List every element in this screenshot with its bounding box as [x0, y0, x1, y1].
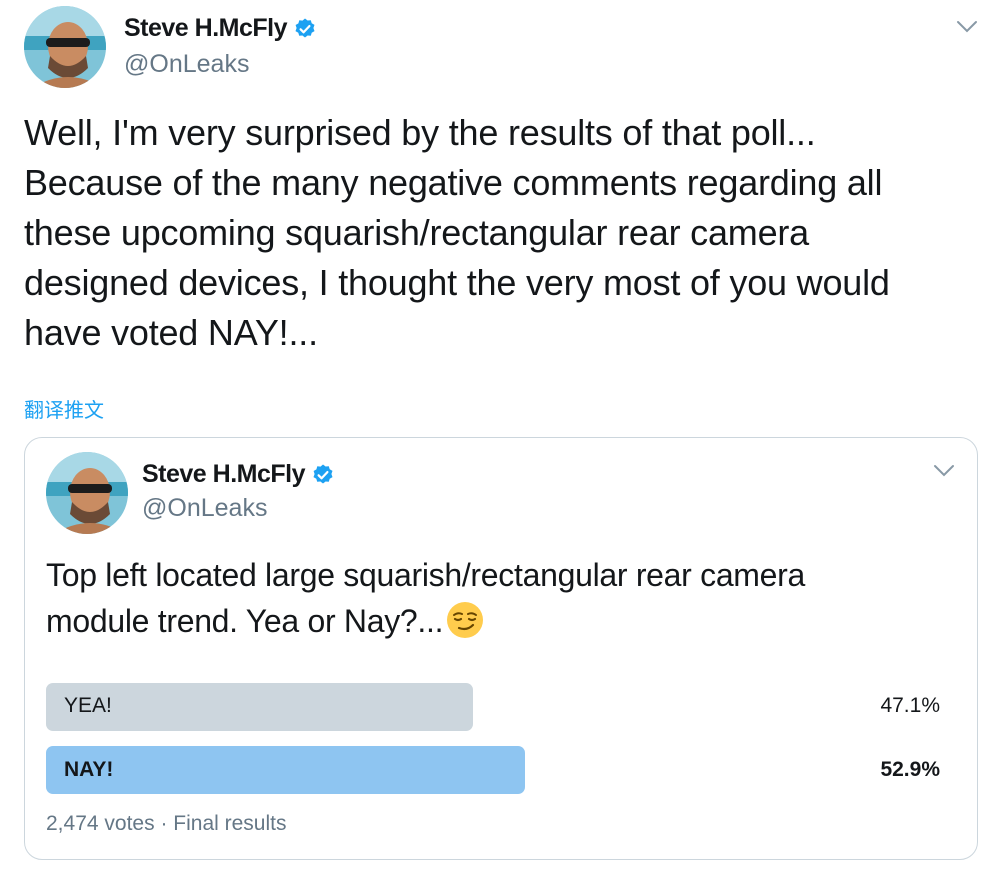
poll-footer: 2,474 votes · Final results [46, 812, 286, 836]
poll-footer-separator: · [160, 812, 168, 835]
chevron-down-icon[interactable] [933, 464, 955, 478]
quoted-text-line-text: module trend. Yea or Nay?... [46, 603, 444, 639]
tweet-text-line: have voted NAY!... [24, 312, 318, 353]
quoted-tweet-text: Top left located large squarish/rectangu… [46, 552, 946, 644]
quoted-text-line: module trend. Yea or Nay?... [46, 598, 946, 644]
quoted-text-line: Top left located large squarish/rectangu… [46, 557, 806, 593]
tweet-text-line: these upcoming squarish/rectangular rear… [24, 212, 810, 253]
profile-photo [46, 452, 128, 534]
tweet-text-line: designed devices, I thought the very mos… [24, 262, 890, 303]
quoted-author-name-row[interactable]: Steve H.McFly [142, 460, 335, 489]
tweet-text-line: Because of the many negative comments re… [24, 162, 883, 203]
chevron-down-icon[interactable] [956, 20, 978, 34]
smirking-face-emoji-icon [445, 600, 485, 640]
poll-option-percent: 47.1% [880, 694, 940, 717]
author-name-row[interactable]: Steve H.McFly [124, 14, 317, 43]
poll-vote-count: 2,474 votes [46, 812, 155, 835]
author-handle[interactable]: @OnLeaks [124, 50, 249, 79]
tweet-text: Well, I'm very surprised by the results … [24, 108, 984, 358]
profile-photo [24, 6, 106, 88]
poll-bar-nay [46, 746, 525, 794]
quoted-author-handle[interactable]: @OnLeaks [142, 494, 267, 523]
author-avatar[interactable] [24, 6, 106, 88]
verified-badge-icon [293, 17, 317, 41]
quoted-author-avatar[interactable] [46, 452, 128, 534]
quoted-author-name[interactable]: Steve H.McFly [142, 460, 306, 489]
verified-badge-icon [311, 463, 335, 487]
poll-status: Final results [173, 812, 287, 835]
poll-option-percent: 52.9% [880, 758, 940, 781]
poll-option-label: YEA! [64, 694, 112, 717]
poll-option-label: NAY! [64, 758, 114, 781]
author-name[interactable]: Steve H.McFly [124, 14, 288, 43]
tweet-text-line: Well, I'm very surprised by the results … [24, 112, 816, 153]
translate-tweet-link[interactable]: 翻译推文 [24, 394, 104, 423]
